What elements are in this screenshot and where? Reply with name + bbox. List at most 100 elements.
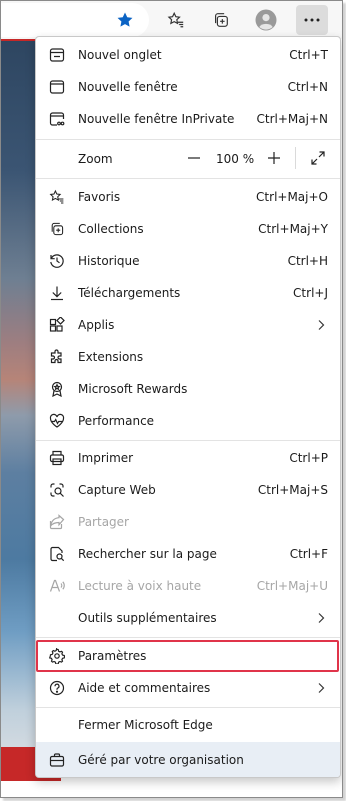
chevron-right-icon: [318, 613, 325, 623]
inprivate-window-icon: [49, 111, 65, 127]
shortcut-label: Ctrl+P: [289, 451, 328, 465]
collections-icon: [49, 221, 65, 237]
menu-item-label: Historique: [78, 254, 140, 268]
share-icon: [49, 514, 65, 530]
menu-item-find-on-page[interactable]: Rechercher sur la page Ctrl+F: [36, 538, 340, 570]
minus-icon: [188, 157, 200, 159]
menu-item-label: Géré par votre organisation: [78, 753, 244, 767]
menu-item-label: Rechercher sur la page: [78, 547, 217, 561]
collections-button[interactable]: [206, 5, 236, 35]
performance-icon: [49, 413, 65, 429]
menu-item-label: Collections: [78, 222, 144, 236]
shortcut-label: Ctrl+H: [287, 254, 328, 268]
menu-item-microsoft-rewards[interactable]: Microsoft Rewards: [36, 373, 340, 405]
history-icon: [49, 253, 65, 269]
chevron-right-icon: [318, 320, 325, 330]
shortcut-label: Ctrl+Maj+S: [257, 483, 328, 497]
menu-item-print[interactable]: Imprimer Ctrl+P: [36, 442, 340, 474]
zoom-divider: [295, 147, 296, 169]
menu-separator: [36, 178, 340, 179]
downloads-icon: [49, 285, 65, 301]
settings-highlight-box: [36, 640, 339, 672]
browser-window: Nouvel onglet Ctrl+T Nouvelle fenêtre Ct…: [0, 0, 343, 798]
apps-icon: [49, 317, 65, 333]
menu-item-managed-by-organization[interactable]: Géré par votre organisation: [36, 742, 340, 777]
shortcut-label: Ctrl+F: [289, 547, 328, 561]
browser-toolbar: [1, 1, 342, 39]
menu-item-extensions[interactable]: Extensions: [36, 341, 340, 373]
shortcut-label: Ctrl+Maj+U: [256, 579, 328, 593]
settings-and-more-button[interactable]: [296, 5, 328, 35]
menu-separator: [36, 707, 340, 708]
menu-separator: [36, 440, 340, 441]
menu-item-label: Nouvelle fenêtre InPrivate: [78, 112, 235, 126]
shortcut-label: Ctrl+Maj+Y: [258, 222, 328, 236]
shortcut-label: Ctrl+T: [289, 48, 328, 62]
favorites-icon: [49, 189, 65, 205]
menu-item-help-and-feedback[interactable]: Aide et commentaires: [36, 672, 340, 704]
menu-item-favorites[interactable]: Favoris Ctrl+Maj+O: [36, 181, 340, 213]
favorite-star-icon: [116, 11, 134, 29]
fullscreen-icon: [311, 151, 325, 165]
menu-item-web-capture[interactable]: Capture Web Ctrl+Maj+S: [36, 474, 340, 506]
menu-item-collections[interactable]: Collections Ctrl+Maj+Y: [36, 213, 340, 245]
menu-item-zoom: Zoom 100 %: [36, 142, 340, 176]
print-icon: [49, 450, 65, 466]
menu-item-label: Microsoft Rewards: [78, 382, 188, 396]
favorite-star-button[interactable]: [110, 5, 140, 35]
zoom-label: Zoom: [78, 152, 113, 166]
collections-icon: [212, 11, 230, 29]
menu-item-label: Aide et commentaires: [78, 681, 211, 695]
shortcut-label: Ctrl+Maj+N: [256, 112, 328, 126]
zoom-out-button[interactable]: [184, 148, 204, 168]
profile-avatar-icon: [255, 9, 277, 31]
menu-item-label: Capture Web: [78, 483, 156, 497]
help-icon: [49, 680, 65, 696]
menu-item-history[interactable]: Historique Ctrl+H: [36, 245, 340, 277]
favorites-button[interactable]: [161, 5, 191, 35]
more-dots-icon: [303, 17, 321, 23]
menu-item-new-tab[interactable]: Nouvel onglet Ctrl+T: [36, 39, 340, 71]
shortcut-label: Ctrl+Maj+O: [256, 190, 328, 204]
menu-item-label: Lecture à voix haute: [78, 579, 202, 593]
read-aloud-icon: [49, 578, 65, 594]
extensions-icon: [49, 349, 65, 365]
fullscreen-button[interactable]: [308, 148, 328, 168]
menu-item-label: Extensions: [78, 350, 144, 364]
menu-item-new-window[interactable]: Nouvelle fenêtre Ctrl+N: [36, 71, 340, 103]
rewards-icon: [49, 381, 65, 397]
menu-item-label: Performance: [78, 414, 155, 428]
menu-separator: [36, 637, 340, 638]
menu-item-share[interactable]: Partager: [36, 506, 340, 538]
find-on-page-icon: [49, 546, 65, 562]
menu-item-label: Favoris: [78, 190, 121, 204]
menu-separator: [36, 139, 340, 140]
menu-item-label: Applis: [78, 318, 115, 332]
menu-item-label: Nouvelle fenêtre: [78, 80, 178, 94]
new-window-icon: [49, 79, 65, 95]
shortcut-label: Ctrl+N: [287, 80, 328, 94]
zoom-in-button[interactable]: [264, 148, 284, 168]
plus-icon: [268, 152, 280, 164]
menu-item-close-edge[interactable]: Fermer Microsoft Edge: [36, 709, 340, 741]
chevron-right-icon: [318, 683, 325, 693]
menu-item-more-tools[interactable]: Outils supplémentaires: [36, 602, 340, 634]
favorites-icon: [167, 11, 185, 29]
menu-item-label: Imprimer: [78, 451, 134, 465]
new-tab-icon: [49, 47, 65, 63]
zoom-value: 100 %: [216, 152, 255, 166]
shortcut-label: Ctrl+J: [293, 286, 328, 300]
menu-item-new-inprivate-window[interactable]: Nouvelle fenêtre InPrivate Ctrl+Maj+N: [36, 103, 340, 135]
menu-item-label: Outils supplémentaires: [78, 611, 217, 625]
menu-item-read-aloud[interactable]: Lecture à voix haute Ctrl+Maj+U: [36, 570, 340, 602]
briefcase-icon: [49, 752, 65, 768]
web-capture-icon: [49, 482, 65, 498]
menu-item-label: Fermer Microsoft Edge: [78, 718, 213, 732]
menu-item-apps[interactable]: Applis: [36, 309, 340, 341]
settings-and-more-menu: Nouvel onglet Ctrl+T Nouvelle fenêtre Ct…: [35, 36, 341, 778]
menu-item-label: Nouvel onglet: [78, 48, 162, 62]
menu-item-label: Partager: [78, 515, 129, 529]
menu-item-downloads[interactable]: Téléchargements Ctrl+J: [36, 277, 340, 309]
menu-item-performance[interactable]: Performance: [36, 405, 340, 437]
profile-button[interactable]: [251, 5, 281, 35]
